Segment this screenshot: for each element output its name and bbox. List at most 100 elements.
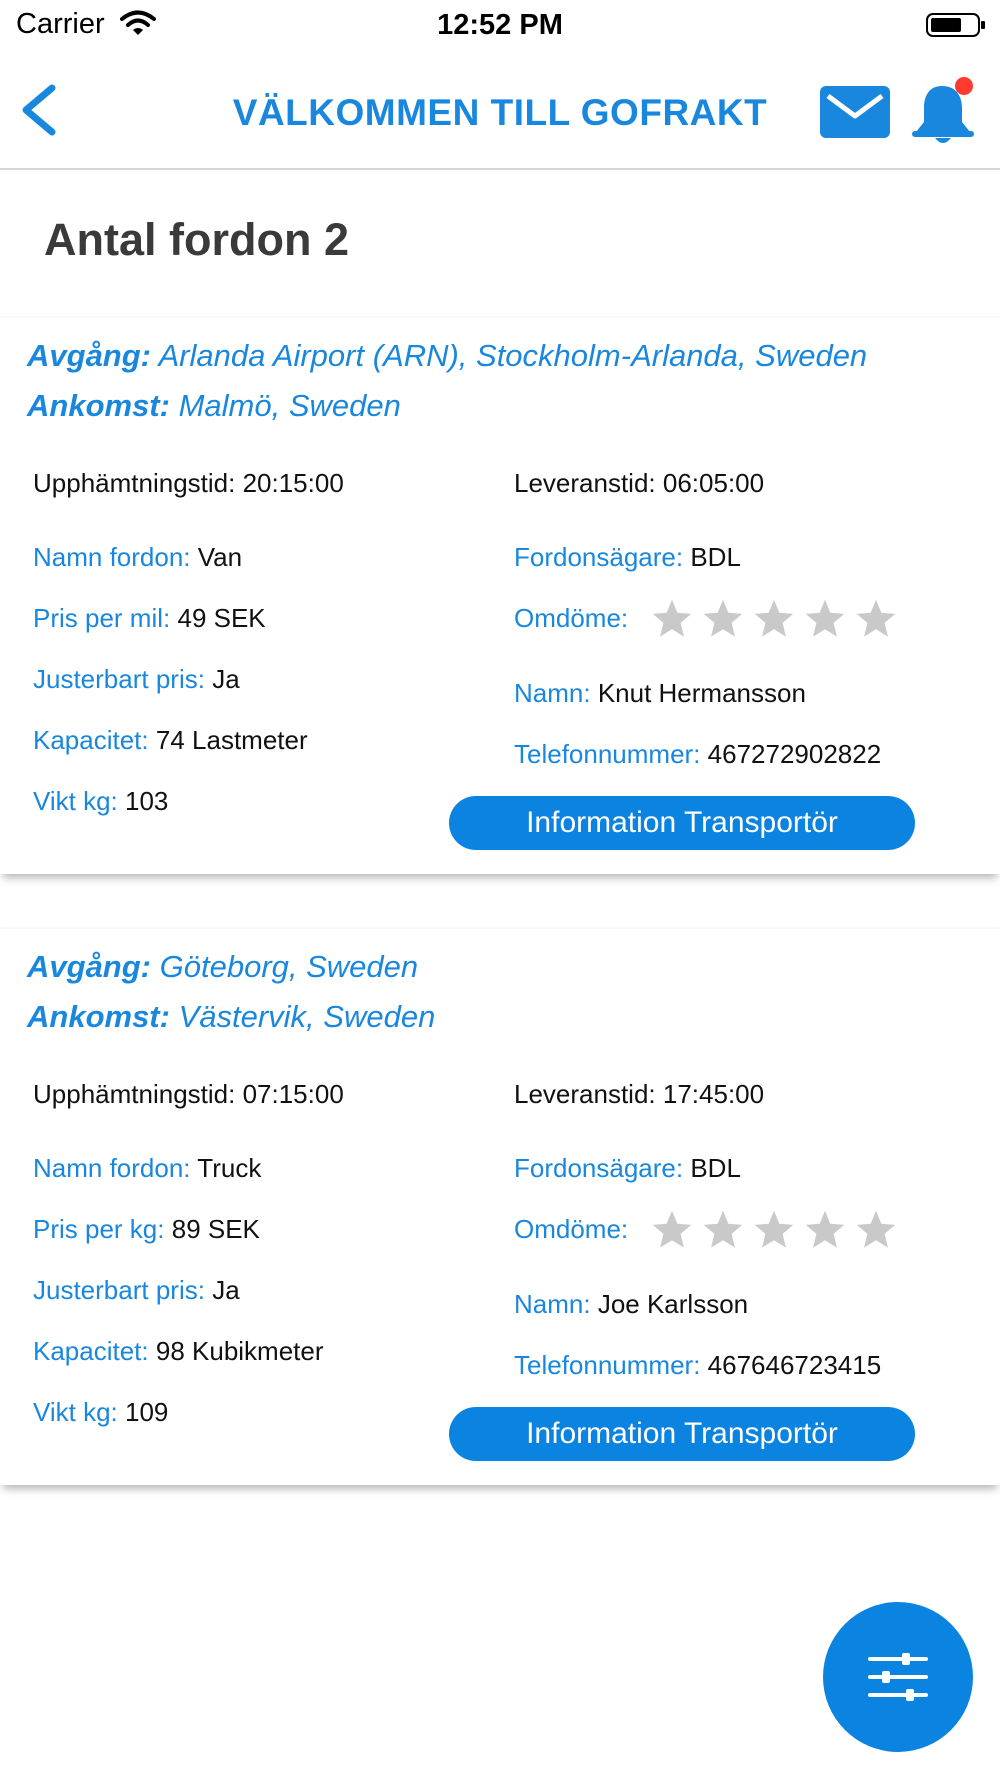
departure-line: Avgång: Göteborg, Sweden	[27, 949, 418, 985]
vehicle-row: Namn fordon: Truck	[33, 1153, 261, 1184]
delivery-label: Leveranstid:	[514, 468, 656, 498]
adjustable-label: Justerbart pris:	[33, 1275, 205, 1305]
weight-value: 109	[125, 1397, 169, 1427]
capacity-label: Kapacitet:	[33, 725, 149, 755]
vehicle-card[interactable]: Avgång: Arlanda Airport (ARN), Stockholm…	[0, 318, 1000, 874]
vehicle-row: Namn fordon: Van	[33, 542, 242, 573]
phone-row: Telefonnummer: 467272902822	[514, 739, 881, 770]
owner-value: BDL	[690, 542, 741, 572]
filter-sliders-icon	[868, 1653, 928, 1701]
owner-value: BDL	[690, 1153, 741, 1183]
rating-label: Omdöme:	[514, 1214, 629, 1244]
pickup-value: 07:15:00	[242, 1079, 344, 1109]
phone-value: 467646723415	[707, 1350, 882, 1380]
bell-icon[interactable]	[912, 76, 978, 148]
vehicle-value: Van	[197, 542, 243, 572]
pickup-row: Upphämtningstid: 20:15:00	[33, 468, 344, 499]
adjustable-value: Ja	[212, 1275, 240, 1305]
delivery-label: Leveranstid:	[514, 1079, 656, 1109]
mail-icon[interactable]	[818, 82, 892, 142]
delivery-value: 17:45:00	[662, 1079, 765, 1109]
pickup-label: Upphämtningstid:	[33, 468, 236, 498]
vehicle-label: Namn fordon:	[33, 1153, 191, 1183]
rating-stars[interactable]	[650, 597, 905, 646]
pickup-value: 20:15:00	[242, 468, 344, 498]
vehicle-value: Truck	[197, 1153, 262, 1183]
star-icon[interactable]	[752, 597, 796, 641]
departure-value: Göteborg, Sweden	[159, 949, 419, 984]
phone-value: 467272902822	[707, 739, 882, 769]
star-icon[interactable]	[752, 1208, 796, 1252]
vehicle-card[interactable]: Avgång: Göteborg, Sweden Ankomst: Väster…	[0, 929, 1000, 1485]
name-row: Namn: Joe Karlsson	[514, 1289, 748, 1320]
name-value: Knut Hermansson	[597, 678, 806, 708]
arrival-value: Malmö, Sweden	[178, 388, 401, 423]
phone-label: Telefonnummer:	[514, 739, 701, 769]
delivery-value: 06:05:00	[662, 468, 765, 498]
adjustable-value: Ja	[212, 664, 240, 694]
price-row: Pris per kg: 89 SEK	[33, 1214, 260, 1245]
price-row: Pris per mil: 49 SEK	[33, 603, 266, 634]
rating-label: Omdöme:	[514, 603, 629, 633]
rating-row: Omdöme:	[514, 603, 628, 634]
weight-row: Vikt kg: 103	[33, 786, 168, 817]
name-row: Namn: Knut Hermansson	[514, 678, 806, 709]
capacity-row: Kapacitet: 98 Kubikmeter	[33, 1336, 324, 1367]
phone-label: Telefonnummer:	[514, 1350, 701, 1380]
star-icon[interactable]	[701, 597, 745, 641]
arrival-line: Ankomst: Malmö, Sweden	[27, 388, 401, 424]
information-transportor-button[interactable]: Information Transportör	[449, 1407, 915, 1461]
star-icon[interactable]	[854, 1208, 898, 1252]
arrival-value: Västervik, Sweden	[178, 999, 436, 1034]
name-value: Joe Karlsson	[597, 1289, 749, 1319]
capacity-row: Kapacitet: 74 Lastmeter	[33, 725, 308, 756]
name-label: Namn:	[514, 1289, 591, 1319]
rating-stars[interactable]	[650, 1208, 905, 1257]
nav-title: VÄLKOMMEN TILL GOFRAKT	[232, 92, 768, 133]
pickup-row: Upphämtningstid: 07:15:00	[33, 1079, 344, 1110]
adjustable-row: Justerbart pris: Ja	[33, 664, 240, 695]
delivery-row: Leveranstid: 06:05:00	[514, 468, 764, 499]
capacity-value: 98 Kubikmeter	[155, 1336, 324, 1366]
departure-label: Avgång:	[27, 338, 151, 373]
filter-fab-button[interactable]	[823, 1602, 973, 1752]
price-value: 89 SEK	[171, 1214, 260, 1244]
owner-row: Fordonsägare: BDL	[514, 542, 741, 573]
arrival-line: Ankomst: Västervik, Sweden	[27, 999, 435, 1035]
weight-label: Vikt kg:	[33, 1397, 118, 1427]
price-label: Pris per mil:	[33, 603, 171, 633]
capacity-value: 74 Lastmeter	[155, 725, 308, 755]
status-bar: Carrier 12:52 PM	[0, 0, 1000, 50]
departure-label: Avgång:	[27, 949, 151, 984]
price-label: Pris per kg:	[33, 1214, 165, 1244]
departure-line: Avgång: Arlanda Airport (ARN), Stockholm…	[27, 338, 867, 374]
nav-bar: VÄLKOMMEN TILL GOFRAKT	[0, 52, 1000, 170]
capacity-label: Kapacitet:	[33, 1336, 149, 1366]
star-icon[interactable]	[650, 1208, 694, 1252]
name-label: Namn:	[514, 678, 591, 708]
weight-label: Vikt kg:	[33, 786, 118, 816]
star-icon[interactable]	[650, 597, 694, 641]
delivery-row: Leveranstid: 17:45:00	[514, 1079, 764, 1110]
owner-label: Fordonsägare:	[514, 1153, 684, 1183]
star-icon[interactable]	[803, 1208, 847, 1252]
star-icon[interactable]	[803, 597, 847, 641]
information-transportor-button[interactable]: Information Transportör	[449, 796, 915, 850]
arrival-label: Ankomst:	[27, 388, 170, 423]
star-icon[interactable]	[854, 597, 898, 641]
app-screen: Carrier 12:52 PM VÄLKOMMEN TILL GOFRAKT	[0, 0, 1000, 1778]
phone-row: Telefonnummer: 467646723415	[514, 1350, 881, 1381]
owner-label: Fordonsägare:	[514, 542, 684, 572]
weight-row: Vikt kg: 109	[33, 1397, 168, 1428]
pickup-label: Upphämtningstid:	[33, 1079, 236, 1109]
rating-row: Omdöme:	[514, 1214, 628, 1245]
departure-value: Arlanda Airport (ARN), Stockholm-Arlanda…	[158, 338, 868, 373]
battery-icon	[926, 13, 985, 37]
back-chevron-icon[interactable]	[14, 80, 64, 140]
star-icon[interactable]	[701, 1208, 745, 1252]
page-title: Antal fordon 2	[44, 214, 349, 265]
owner-row: Fordonsägare: BDL	[514, 1153, 741, 1184]
price-value: 49 SEK	[177, 603, 266, 633]
adjustable-row: Justerbart pris: Ja	[33, 1275, 240, 1306]
weight-value: 103	[125, 786, 169, 816]
